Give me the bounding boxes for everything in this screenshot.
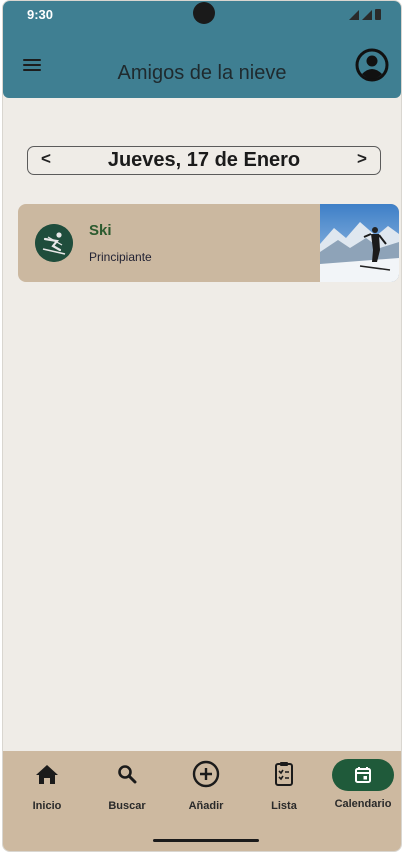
app-title: Amigos de la nieve — [117, 62, 287, 84]
activity-title: Ski — [89, 222, 112, 239]
wifi-icon — [349, 9, 359, 20]
nav-anadir[interactable]: Añadir — [170, 759, 242, 812]
nav-label-buscar: Buscar — [108, 800, 146, 812]
app-bar: 9:30 Amigos de la nieve — [3, 1, 401, 98]
status-icons — [349, 9, 381, 20]
previous-day-button[interactable]: < — [34, 149, 58, 169]
bottom-navigation: Inicio Buscar Añadir Lista Calendario — [3, 751, 401, 851]
nav-label-lista: Lista — [271, 800, 297, 812]
camera-cutout — [193, 2, 215, 24]
phone-screen: 9:30 Amigos de la nieve < Jueves, 17 de … — [2, 0, 402, 852]
battery-icon — [375, 9, 381, 20]
skier-icon — [35, 224, 73, 262]
nav-calendario[interactable]: Calendario — [327, 755, 399, 810]
clipboard-list-icon — [275, 762, 293, 786]
date-navigator: < Jueves, 17 de Enero > — [27, 146, 381, 175]
nav-lista[interactable]: Lista — [248, 759, 320, 812]
activity-card[interactable]: Ski Principiante — [18, 204, 399, 282]
add-circle-icon — [192, 760, 220, 788]
skier-photo — [320, 204, 399, 282]
nav-buscar[interactable]: Buscar — [91, 759, 163, 812]
account-circle-icon[interactable] — [355, 48, 389, 82]
activity-level: Principiante — [89, 250, 152, 264]
nav-label-anadir: Añadir — [188, 800, 224, 812]
nav-inicio[interactable]: Inicio — [11, 759, 83, 812]
status-time: 9:30 — [27, 7, 54, 22]
signal-icon — [362, 9, 372, 20]
home-indicator — [153, 839, 259, 842]
search-icon — [118, 765, 137, 784]
current-date: Jueves, 17 de Enero — [107, 149, 301, 171]
calendar-icon — [355, 767, 371, 783]
home-icon — [36, 765, 58, 784]
nav-label-inicio: Inicio — [32, 800, 62, 812]
active-indicator — [332, 759, 394, 791]
nav-label-calendario: Calendario — [334, 798, 392, 810]
next-day-button[interactable]: > — [350, 149, 374, 169]
